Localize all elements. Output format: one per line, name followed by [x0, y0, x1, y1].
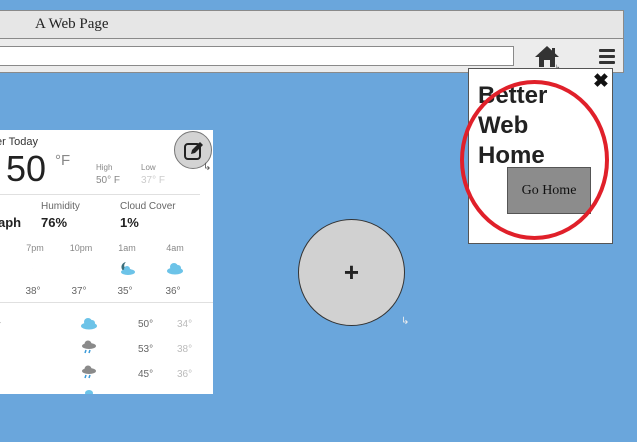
- home-icon: ↳: [535, 46, 560, 71]
- cloud-cover-value: 1%: [120, 215, 139, 230]
- hour-time: 1am: [118, 243, 136, 253]
- resize-cursor-icon: ↳: [401, 316, 410, 327]
- menu-line: [599, 49, 615, 52]
- resize-cursor-icon: ↳: [203, 162, 212, 173]
- hour-temp: 35°: [117, 286, 133, 297]
- weather-header: er Today: [0, 136, 38, 148]
- add-widget-button[interactable]: +: [298, 219, 405, 326]
- high-value: 50° F: [96, 175, 121, 186]
- home-button[interactable]: ↳: [533, 44, 563, 71]
- divider: [0, 194, 200, 195]
- close-icon[interactable]: ✖: [593, 70, 609, 93]
- high-label: High: [96, 163, 113, 172]
- day-high: 53°: [138, 344, 154, 355]
- wind-value: aph: [0, 215, 22, 230]
- cloud-icon: [85, 390, 93, 394]
- humidity-label: Humidity: [41, 201, 80, 212]
- menu-line: [599, 61, 615, 64]
- humidity-value: 76%: [41, 215, 68, 230]
- rain-cloud-icon: [82, 340, 96, 354]
- moon-cloud-icon: [121, 262, 135, 275]
- divider: [0, 302, 213, 303]
- day-high: 50°: [138, 319, 154, 330]
- browser-window: A Web Page ↳ er Today 50 °F High 50° F L…: [0, 0, 637, 442]
- day-low: 36°: [177, 369, 193, 380]
- low-label: Low: [141, 163, 156, 172]
- window-title: A Web Page: [35, 16, 109, 32]
- weather-widget: er Today 50 °F High 50° F Low 37° F aph …: [0, 130, 213, 394]
- hour-temp: 36°: [165, 286, 181, 297]
- moon-icon: [32, 262, 42, 274]
- hour-time: 4am: [166, 243, 184, 253]
- temperature-unit: °F: [55, 152, 71, 169]
- hour-temp: 38°: [25, 286, 41, 297]
- rain-cloud-icon: [82, 365, 96, 379]
- hour-time: 10pm: [69, 243, 93, 253]
- better-web-home-popup: Better Web Home ✖ Go Home: [468, 68, 613, 244]
- hour-temp: 37°: [71, 286, 87, 297]
- day-low: 34°: [177, 319, 193, 330]
- cloud-icon: [81, 318, 97, 330]
- plus-icon: +: [343, 257, 360, 287]
- menu-line: [599, 55, 615, 58]
- day-high: 45°: [138, 369, 154, 380]
- cloud-cover-label: Cloud Cover: [120, 201, 176, 212]
- current-temperature: 50: [6, 148, 47, 189]
- cloud-icon: [167, 263, 183, 275]
- hamburger-menu-button[interactable]: [597, 47, 617, 65]
- day-low: 38°: [177, 344, 193, 355]
- edit-icon: [184, 142, 203, 160]
- url-input[interactable]: [0, 46, 514, 66]
- go-home-button[interactable]: Go Home: [507, 167, 591, 214]
- popup-title: Better Web Home: [478, 82, 548, 169]
- day-name: y: [0, 319, 1, 329]
- window-titlebar: A Web Page: [0, 10, 624, 39]
- low-value: 37° F: [141, 175, 166, 186]
- hour-time: 7pm: [26, 243, 44, 253]
- moon-icon: [78, 262, 88, 274]
